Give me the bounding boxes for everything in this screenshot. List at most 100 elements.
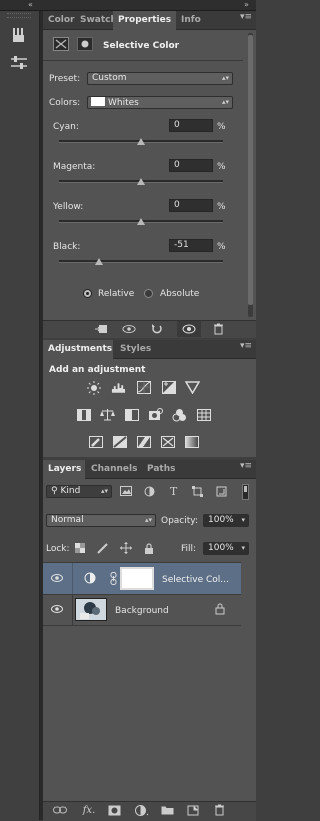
panel-menu-icon[interactable]: ▾≡	[240, 12, 252, 22]
color-lookup-icon[interactable]	[196, 408, 211, 421]
dropdown-arrows-icon: ▴▾	[144, 516, 152, 524]
delete-adjustment-icon[interactable]	[211, 323, 225, 335]
relative-radio[interactable]	[83, 289, 92, 298]
brush-presets-icon[interactable]	[8, 25, 30, 45]
layer-row-background[interactable]: Background	[43, 594, 241, 626]
adjustments-tabbar: Adjustments Styles ▾≡	[43, 340, 256, 359]
properties-scrollbar[interactable]	[248, 33, 253, 317]
background-thumbnail[interactable]	[75, 598, 107, 621]
filter-toggle-switch[interactable]	[242, 484, 249, 500]
brightness-contrast-icon[interactable]	[86, 380, 101, 395]
yellow-input[interactable]: 0	[169, 199, 213, 212]
layer-style-icon[interactable]: fx.	[80, 804, 98, 816]
magenta-slider-thumb[interactable]	[137, 178, 145, 185]
tab-styles[interactable]: Styles	[115, 340, 155, 358]
threshold-icon[interactable]	[136, 435, 151, 448]
curves-icon[interactable]	[136, 381, 151, 394]
absolute-radio[interactable]	[144, 289, 153, 298]
tab-channels[interactable]: Channels	[86, 460, 141, 478]
tab-info[interactable]: Info	[176, 11, 206, 29]
panel-menu-icon[interactable]: ▾≡	[240, 461, 252, 471]
yellow-slider-thumb[interactable]	[137, 218, 145, 225]
lock-transparent-pixels-icon[interactable]	[73, 542, 86, 554]
exposure-icon[interactable]	[161, 381, 176, 394]
adjustment-sliders-icon[interactable]	[8, 53, 30, 73]
collapse-dock-icon[interactable]: »	[244, 0, 249, 10]
eye-icon[interactable]	[50, 573, 64, 583]
dropdown-arrows-icon: ▴▾	[100, 487, 108, 495]
layers-tabbar: Layers Channels Paths ▾≡	[43, 460, 256, 479]
fill-label: Fill:	[181, 544, 197, 554]
new-layer-icon[interactable]	[186, 804, 200, 816]
gradient-map-icon[interactable]	[184, 435, 199, 448]
lock-all-icon[interactable]	[142, 542, 155, 554]
preset-label: Preset:	[49, 74, 81, 84]
dropdown-arrows-icon: ▴▾	[221, 74, 229, 82]
new-group-icon[interactable]	[160, 804, 174, 816]
layers-footer: fx.	[43, 801, 256, 821]
collapsed-tool-dock	[0, 11, 40, 820]
reset-icon[interactable]	[150, 323, 164, 335]
dock-grip[interactable]	[7, 13, 31, 18]
filter-adjustment-icon[interactable]	[143, 485, 156, 497]
magenta-input[interactable]: 0	[169, 159, 213, 172]
opacity-input[interactable]: 100% ▾	[203, 514, 249, 527]
invert-icon[interactable]	[88, 435, 103, 448]
properties-footer	[43, 320, 256, 338]
panel-menu-icon[interactable]: ▾≡	[240, 341, 252, 351]
color-balance-icon[interactable]	[100, 408, 115, 421]
tab-swatches[interactable]: Swatch	[75, 11, 113, 29]
tab-color[interactable]: Color	[43, 11, 75, 29]
tab-properties[interactable]: Properties	[113, 11, 176, 30]
channel-mixer-icon[interactable]	[172, 408, 187, 421]
eye-icon[interactable]	[50, 604, 64, 614]
vibrance-icon[interactable]	[185, 381, 200, 394]
black-slider-thumb[interactable]	[95, 258, 104, 265]
layer-row-selective-color[interactable]: Selective Col...	[43, 563, 241, 595]
clip-to-layer-icon[interactable]	[94, 323, 108, 335]
filter-kind-dropdown[interactable]: ⚲ Kind ▴▾	[46, 485, 112, 498]
posterize-icon[interactable]	[112, 435, 127, 448]
fill-input[interactable]: 100% ▾	[203, 542, 249, 555]
expand-dock-icon[interactable]: «	[28, 0, 33, 10]
tab-adjustments[interactable]: Adjustments	[43, 340, 113, 359]
search-icon: ⚲	[51, 486, 58, 496]
lock-position-icon[interactable]	[119, 542, 132, 554]
new-adjustment-layer-icon[interactable]	[133, 804, 151, 816]
toggle-visibility-icon[interactable]	[177, 321, 201, 337]
link-chain-icon[interactable]	[109, 571, 117, 585]
hue-saturation-icon[interactable]	[76, 408, 91, 421]
absolute-label: Absolute	[160, 289, 200, 299]
relative-label: Relative	[98, 289, 135, 299]
cyan-slider-thumb[interactable]	[137, 138, 145, 145]
layer-name[interactable]: Background	[115, 606, 169, 616]
filter-pixel-icon[interactable]	[119, 485, 132, 497]
blend-mode-dropdown[interactable]: Normal ▴▾	[46, 514, 156, 527]
filter-smart-object-icon[interactable]	[215, 485, 228, 497]
cyan-input[interactable]: 0	[169, 119, 213, 132]
levels-icon[interactable]	[111, 381, 126, 394]
add-mask-icon[interactable]	[107, 804, 121, 816]
colors-dropdown[interactable]: Whites ▴▾	[87, 96, 233, 109]
view-previous-state-icon[interactable]	[122, 323, 136, 335]
layer-mask-icon[interactable]	[77, 37, 93, 51]
selective-color-icon[interactable]	[160, 435, 175, 448]
photo-filter-icon[interactable]	[148, 408, 163, 421]
black-slider-track[interactable]	[59, 260, 223, 263]
lock-image-pixels-icon[interactable]	[96, 542, 109, 554]
delete-layer-icon[interactable]	[212, 804, 226, 816]
tab-paths[interactable]: Paths	[142, 460, 180, 478]
black-white-icon[interactable]	[124, 408, 139, 421]
tab-layers[interactable]: Layers	[43, 460, 85, 479]
adjustments-panel: Adjustments Styles ▾≡ Add an adjustment	[43, 340, 256, 457]
layers-scrollbar[interactable]	[248, 564, 253, 794]
dropdown-arrows-icon: ▴▾	[221, 98, 229, 106]
fill-value: 100%	[208, 543, 234, 553]
black-input[interactable]: -51	[169, 239, 213, 252]
layer-mask-thumbnail[interactable]	[120, 567, 154, 590]
filter-type-icon[interactable]: T	[167, 485, 180, 498]
link-layers-icon[interactable]	[53, 804, 67, 816]
layer-name[interactable]: Selective Col...	[162, 575, 229, 585]
filter-shape-icon[interactable]	[191, 485, 204, 497]
preset-dropdown[interactable]: Custom ▴▾	[87, 72, 233, 85]
